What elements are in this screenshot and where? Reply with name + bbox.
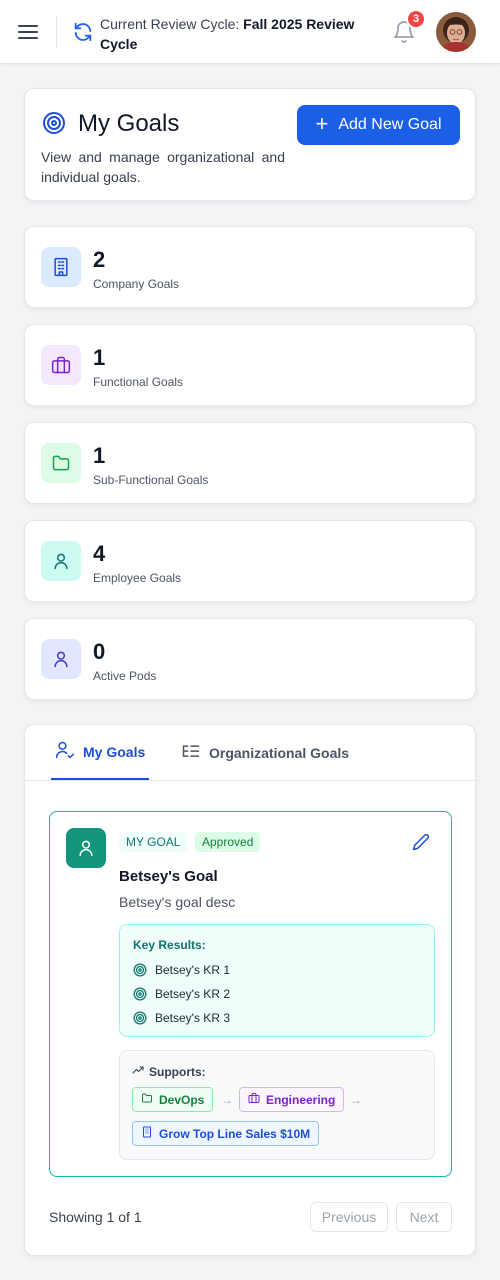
arrow-right-icon: → (350, 1093, 362, 1107)
arrow-right-icon: → (221, 1093, 233, 1107)
goal-card[interactable]: MY GOAL Approved Betsey's Goal Betsey's … (49, 811, 452, 1177)
user-icon (41, 541, 81, 581)
notification-count-badge: 3 (406, 9, 426, 29)
support-tag-company-goal[interactable]: Grow Top Line Sales $10M (132, 1121, 320, 1146)
menu-icon[interactable] (14, 18, 42, 46)
target-icon (133, 987, 147, 1001)
user-avatar[interactable] (436, 12, 476, 52)
key-result-label: Betsey's KR 3 (155, 1011, 230, 1025)
target-icon (133, 963, 147, 977)
user-icon (66, 828, 106, 868)
cycle-prefix: Current Review Cycle: (100, 16, 240, 32)
stat-label: Functional Goals (93, 375, 184, 389)
supports-heading: Supports: (132, 1064, 206, 1079)
folder-icon (41, 443, 81, 483)
stat-label: Company Goals (93, 277, 180, 291)
briefcase-icon (41, 345, 81, 385)
pagination-summary: Showing 1 of 1 (49, 1209, 142, 1225)
key-results-box: Key Results: Betsey's KR 1 Betsey's KR 2… (119, 924, 435, 1037)
briefcase-icon (248, 1092, 260, 1107)
status-badge: Approved (195, 832, 261, 852)
hierarchy-list-icon (181, 742, 201, 765)
tab-label: Organizational Goals (209, 745, 350, 761)
stat-card-company-goals: 2 Company Goals (24, 226, 476, 308)
next-button[interactable]: Next (396, 1202, 452, 1232)
stat-card-functional-goals: 1 Functional Goals (24, 324, 476, 406)
refresh-cycle-icon (72, 21, 94, 43)
folder-icon (141, 1092, 153, 1107)
supports-label: Supports: (149, 1064, 206, 1079)
stat-value: 1 (93, 443, 106, 468)
plus-icon: + (315, 111, 329, 136)
stat-card-active-pods: 0 Active Pods (24, 618, 476, 700)
user-icon (41, 639, 81, 679)
previous-button[interactable]: Previous (310, 1202, 388, 1232)
key-results-heading: Key Results: (133, 938, 206, 952)
stat-label: Active Pods (93, 669, 157, 683)
support-tag-devops[interactable]: DevOps (132, 1087, 214, 1112)
page-title: My Goals (78, 110, 180, 137)
key-result-item: Betsey's KR 2 (133, 986, 230, 1002)
stat-value: 1 (93, 345, 106, 370)
stat-label: Employee Goals (93, 571, 182, 585)
target-icon (42, 111, 66, 135)
goal-type-badge: MY GOAL (119, 832, 188, 852)
stat-label: Sub-Functional Goals (93, 473, 209, 487)
stat-value: 2 (93, 247, 106, 272)
building-icon (141, 1126, 153, 1141)
tab-label: My Goals (83, 743, 146, 760)
user-check-icon (55, 740, 75, 763)
support-tag-engineering[interactable]: Engineering (239, 1087, 345, 1112)
edit-pencil-icon[interactable] (412, 833, 430, 851)
goal-description: Betsey's goal desc (119, 894, 236, 910)
goals-panel: My Goals Organizational Goals MY GOAL Ap… (24, 724, 477, 1256)
stat-value: 0 (93, 639, 106, 664)
support-tag-label: Grow Top Line Sales $10M (159, 1126, 311, 1141)
top-bar: Current Review Cycle: Fall 2025 Review C… (0, 0, 500, 64)
goal-title: Betsey's Goal (119, 868, 218, 885)
divider (56, 16, 57, 48)
support-tag-label: DevOps (159, 1092, 205, 1107)
key-result-item: Betsey's KR 1 (133, 962, 230, 978)
building-icon (41, 247, 81, 287)
stat-card-employee-goals: 4 Employee Goals (24, 520, 476, 602)
add-new-goal-label: Add New Goal (338, 116, 442, 133)
support-tag-label: Engineering (266, 1092, 336, 1107)
add-new-goal-button[interactable]: + Add New Goal (297, 105, 460, 145)
page-header-card: My Goals View and manage organizational … (24, 88, 476, 201)
trending-up-icon (132, 1064, 144, 1079)
key-result-label: Betsey's KR 2 (155, 987, 230, 1001)
stat-value: 4 (93, 541, 106, 566)
goal-tabs: My Goals Organizational Goals (25, 725, 477, 781)
review-cycle-label: Current Review Cycle: Fall 2025 Review C… (100, 14, 370, 54)
key-result-item: Betsey's KR 3 (133, 1010, 230, 1026)
stat-card-sub-functional-goals: 1 Sub-Functional Goals (24, 422, 476, 504)
tab-organizational-goals[interactable]: Organizational Goals (181, 725, 349, 781)
key-result-label: Betsey's KR 1 (155, 963, 230, 977)
target-icon (133, 1011, 147, 1025)
tab-my-goals[interactable]: My Goals (51, 725, 150, 780)
page-description: View and manage organizational and indiv… (41, 149, 285, 185)
supports-box: Supports: DevOps → Engineering → Grow To… (119, 1050, 435, 1160)
